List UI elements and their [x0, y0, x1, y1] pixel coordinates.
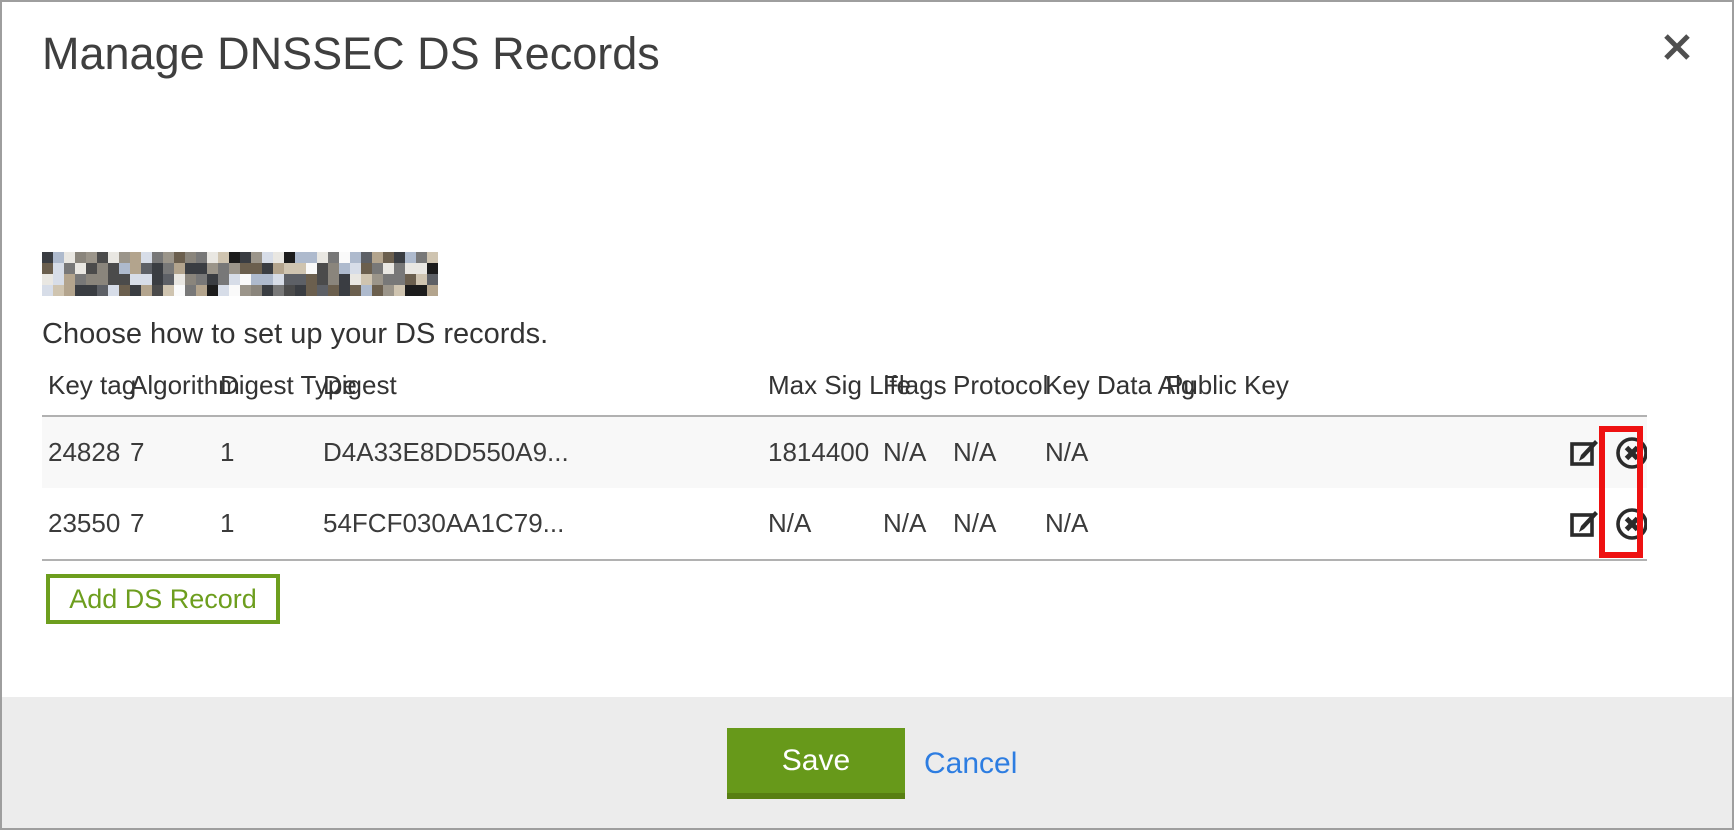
cell-digest-type: 1 [214, 488, 317, 560]
close-icon[interactable] [1660, 32, 1694, 64]
cell-flags: N/A [877, 416, 947, 488]
cell-protocol: N/A [947, 416, 1039, 488]
cell-max-sig-life: N/A [762, 488, 877, 560]
cell-digest-type: 1 [214, 416, 317, 488]
edit-pencil-icon [1569, 508, 1601, 540]
cancel-link[interactable]: Cancel [924, 728, 1017, 799]
cell-key-tag: 23550 [42, 488, 124, 560]
col-header-digest-type: Digest Type [214, 358, 317, 416]
cell-key-data-alg: N/A [1039, 488, 1160, 560]
ds-records-table: Key tag Algorithm Digest Type Digest Max… [42, 358, 1647, 561]
dialog-footer: Save Cancel [2, 697, 1732, 828]
cell-max-sig-life: 1814400 [762, 416, 877, 488]
circle-x-icon [1614, 506, 1647, 542]
table-row: 23550 7 1 54FCF030AA1C79... N/A N/A N/A … [42, 488, 1647, 560]
cell-flags: N/A [877, 488, 947, 560]
cell-digest: D4A33E8DD550A9... [317, 416, 762, 488]
col-header-max-sig-life: Max Sig Life [762, 358, 877, 416]
edit-pencil-icon [1569, 437, 1601, 469]
edit-record-button[interactable] [1569, 508, 1601, 540]
delete-record-button[interactable] [1614, 435, 1647, 471]
circle-x-icon [1614, 435, 1647, 471]
col-header-digest: Digest [317, 358, 762, 416]
cell-algorithm: 7 [124, 488, 214, 560]
table-row: 24828 7 1 D4A33E8DD550A9... 1814400 N/A … [42, 416, 1647, 488]
manage-dnssec-dialog: Manage DNSSEC DS Records Choose how to s… [0, 0, 1734, 830]
table-header-row: Key tag Algorithm Digest Type Digest Max… [42, 358, 1647, 416]
col-header-public-key: Public Key [1160, 358, 1557, 416]
save-button[interactable]: Save [727, 728, 905, 799]
cell-protocol: N/A [947, 488, 1039, 560]
edit-record-button[interactable] [1569, 437, 1601, 469]
cell-key-data-alg: N/A [1039, 416, 1160, 488]
domain-name-redacted [42, 252, 438, 296]
close-icon-glyph [1662, 33, 1692, 61]
col-header-key-data-alg: Key Data Alg [1039, 358, 1160, 416]
col-header-actions [1557, 358, 1647, 416]
cell-actions [1557, 416, 1647, 488]
page-title: Manage DNSSEC DS Records [42, 28, 660, 80]
col-header-flags: Flags [877, 358, 947, 416]
col-header-algorithm: Algorithm [124, 358, 214, 416]
cell-algorithm: 7 [124, 416, 214, 488]
cell-key-tag: 24828 [42, 416, 124, 488]
cell-public-key [1160, 416, 1557, 488]
cell-public-key [1160, 488, 1557, 560]
delete-record-button[interactable] [1614, 506, 1647, 542]
cell-digest: 54FCF030AA1C79... [317, 488, 762, 560]
col-header-key-tag: Key tag [42, 358, 124, 416]
col-header-protocol: Protocol [947, 358, 1039, 416]
cell-actions [1557, 488, 1647, 560]
add-ds-record-button[interactable]: Add DS Record [46, 574, 280, 624]
setup-instruction-text: Choose how to set up your DS records. [42, 318, 548, 351]
